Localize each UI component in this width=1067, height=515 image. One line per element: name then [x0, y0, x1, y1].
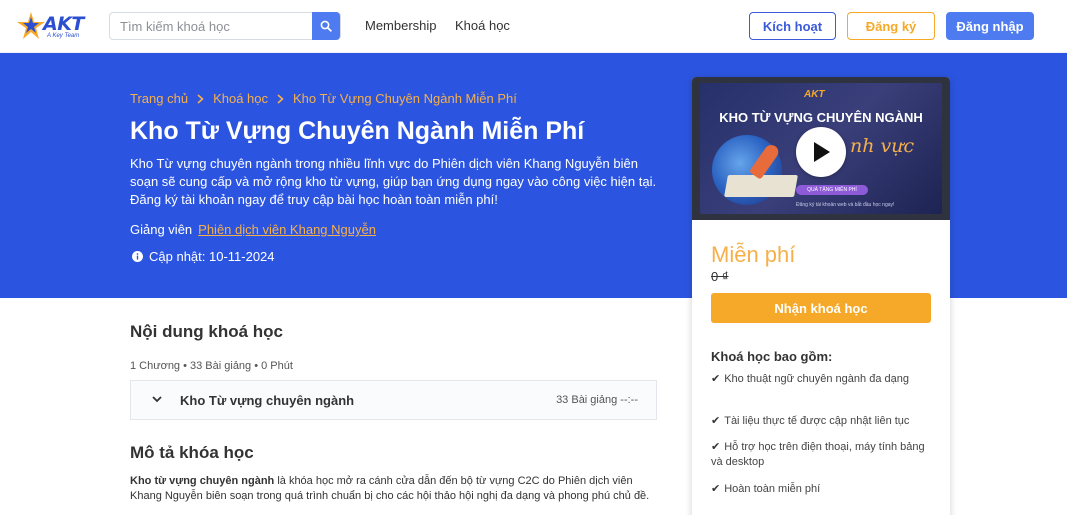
course-video-thumbnail[interactable]: AKT KHO TỪ VỰNG CHUYÊN NGÀNH nh vực QUÀ … [692, 77, 950, 220]
course-price: Miễn phí [711, 242, 796, 267]
course-title: Kho Từ Vựng Chuyên Ngành Miễn Phí [130, 117, 585, 145]
includes-item-text: Tài liệu thực tế được cập nhật liên tục [724, 415, 910, 427]
original-price: 0 ₫ [711, 269, 729, 284]
includes-item: ✔ Hỗ trợ học trên điện thoại, máy tính bả… [711, 440, 926, 470]
includes-item: ✔ Hoàn toàn miễn phí [711, 482, 926, 497]
course-description: Kho từ vựng chuyên ngành là khóa học mở … [130, 474, 660, 504]
search-button[interactable] [312, 12, 340, 40]
info-icon [132, 251, 143, 262]
login-button[interactable]: Đăng nhập [946, 12, 1034, 40]
course-content-heading: Nội dung khoá học [130, 322, 283, 341]
enroll-button[interactable]: Nhận khoá học [711, 293, 931, 323]
chapter-title: Kho Từ vựng chuyên ngành [180, 393, 355, 408]
thumbnail-logo: AKT [804, 89, 825, 100]
includes-item: ✔ Tài liệu thực tế được cập nhật liên tục [711, 414, 926, 429]
course-purchase-card: AKT KHO TỪ VỰNG CHUYÊN NGÀNH nh vực QUÀ … [692, 77, 950, 515]
course-summary: Kho Từ vựng chuyên ngành trong nhiều lĩn… [130, 156, 657, 207]
includes-heading: Khoá học bao gồm: [711, 349, 833, 364]
nav-membership[interactable]: Membership [365, 18, 437, 33]
logo-text: AKT [43, 13, 84, 35]
play-button[interactable] [796, 127, 846, 177]
description-bold: Kho từ vựng chuyên ngành [130, 475, 275, 487]
chevron-right-icon [197, 93, 204, 104]
thumbnail-subtitle: nh vực [850, 135, 915, 157]
breadcrumb-home[interactable]: Trang chủ [130, 91, 188, 106]
search-box [109, 12, 341, 40]
includes-item: ✔ Kho thuật ngữ chuyên ngành đa dạng [711, 372, 926, 387]
breadcrumb-courses[interactable]: Khoá học [213, 91, 268, 106]
includes-item-text: Hoàn toàn miễn phí [724, 483, 821, 495]
course-content-meta: 1 Chương • 33 Bài giảng • 0 Phút [130, 360, 293, 372]
search-icon [320, 20, 332, 32]
activate-button[interactable]: Kích hoạt [749, 12, 836, 40]
chapter-accordion[interactable]: Kho Từ vựng chuyên ngành 33 Bài giảng --… [130, 380, 657, 420]
site-logo[interactable]: AKT A Key Team [17, 11, 89, 41]
updated-date: Cập nhật: 10-11-2024 [132, 249, 275, 264]
chapter-meta: 33 Bài giảng --:-- [556, 394, 638, 406]
updated-text: Cập nhật: 10-11-2024 [149, 249, 275, 264]
instructor-link[interactable]: Phiên dịch viên Khang Nguyễn [198, 222, 376, 237]
check-icon: ✔ [711, 483, 721, 495]
includes-item-text: Kho thuật ngữ chuyên ngành đa dạng [724, 373, 909, 385]
instructor-label: Giảng viên [130, 222, 193, 237]
check-icon: ✔ [711, 415, 721, 427]
check-icon: ✔ [711, 441, 721, 453]
instructor-row: Giảng viên Phiên dịch viên Khang Nguyễn [130, 222, 376, 237]
thumbnail-badge: QUÀ TẶNG MIỄN PHÍ [796, 185, 868, 195]
check-icon: ✔ [711, 373, 721, 385]
breadcrumb-current[interactable]: Kho Từ Vựng Chuyên Ngành Miễn Phí [293, 91, 517, 106]
thumbnail-note: Đăng ký tài khoản web và bắt đầu học nga… [796, 202, 895, 208]
includes-item-text: Hỗ trợ học trên điện thoại, máy tính bản… [711, 441, 925, 468]
logo-tagline: A Key Team [47, 33, 80, 39]
nav-courses[interactable]: Khoá học [455, 18, 510, 33]
site-header: AKT A Key Team Membership Khoá học Kích … [0, 0, 1067, 53]
chevron-down-icon [152, 396, 162, 403]
chevron-right-icon [277, 93, 284, 104]
register-button[interactable]: Đăng ký [847, 12, 935, 40]
search-input[interactable] [110, 13, 314, 39]
breadcrumb: Trang chủ Khoá học Kho Từ Vựng Chuyên Ng… [130, 91, 517, 106]
thumbnail-title: KHO TỪ VỰNG CHUYÊN NGÀNH [719, 110, 923, 125]
play-icon [814, 142, 830, 162]
course-description-heading: Mô tả khóa học [130, 443, 254, 462]
